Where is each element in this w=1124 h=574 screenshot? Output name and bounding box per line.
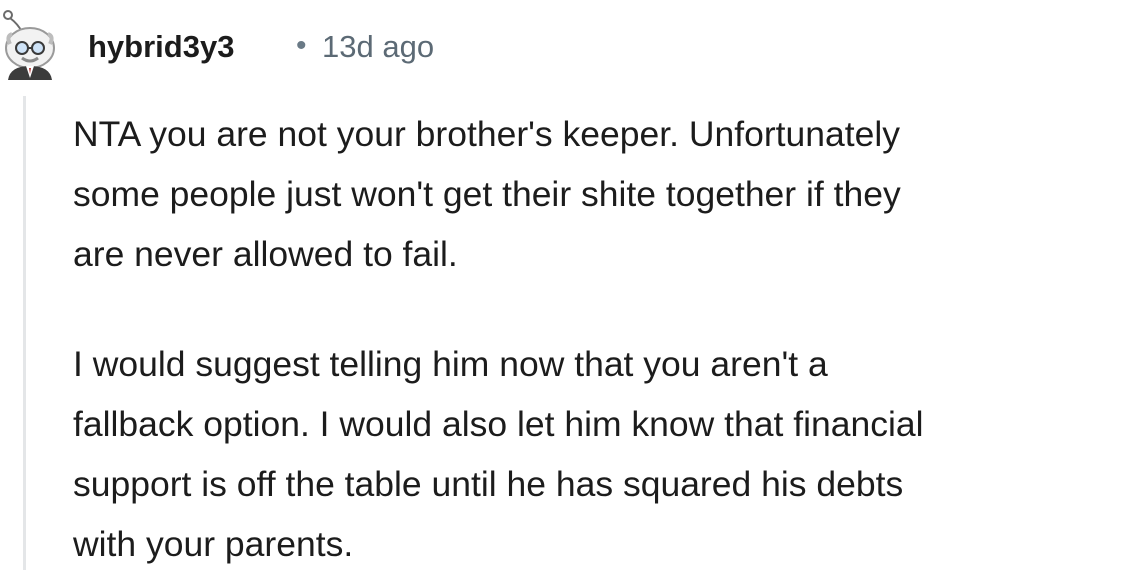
user-avatar[interactable] bbox=[0, 8, 60, 80]
comment: hybrid3y3 • 13d ago NTA you are not your… bbox=[0, 0, 1124, 570]
comment-body: NTA you are not your brother's keeper. U… bbox=[73, 104, 1123, 574]
snoo-avatar-icon bbox=[3, 10, 55, 80]
comment-line: some people just won't get their shite t… bbox=[73, 174, 901, 214]
separator-dot: • bbox=[296, 29, 307, 62]
comment-line: with your parents. bbox=[73, 524, 354, 564]
comment-line: are never allowed to fail. bbox=[73, 234, 458, 274]
thread-collapse-line[interactable] bbox=[23, 96, 26, 570]
comment-timestamp[interactable]: 13d ago bbox=[322, 29, 434, 65]
comment-line: fallback option. I would also let him kn… bbox=[73, 404, 924, 444]
comment-author[interactable]: hybrid3y3 bbox=[88, 29, 234, 65]
comment-line: NTA you are not your brother's keeper. U… bbox=[73, 114, 901, 154]
comment-paragraph: NTA you are not your brother's keeper. U… bbox=[73, 104, 1123, 284]
comment-line: I would suggest telling him now that you… bbox=[73, 344, 828, 384]
comment-paragraph: I would suggest telling him now that you… bbox=[73, 334, 1123, 574]
comment-line: support is off the table until he has sq… bbox=[73, 464, 904, 504]
